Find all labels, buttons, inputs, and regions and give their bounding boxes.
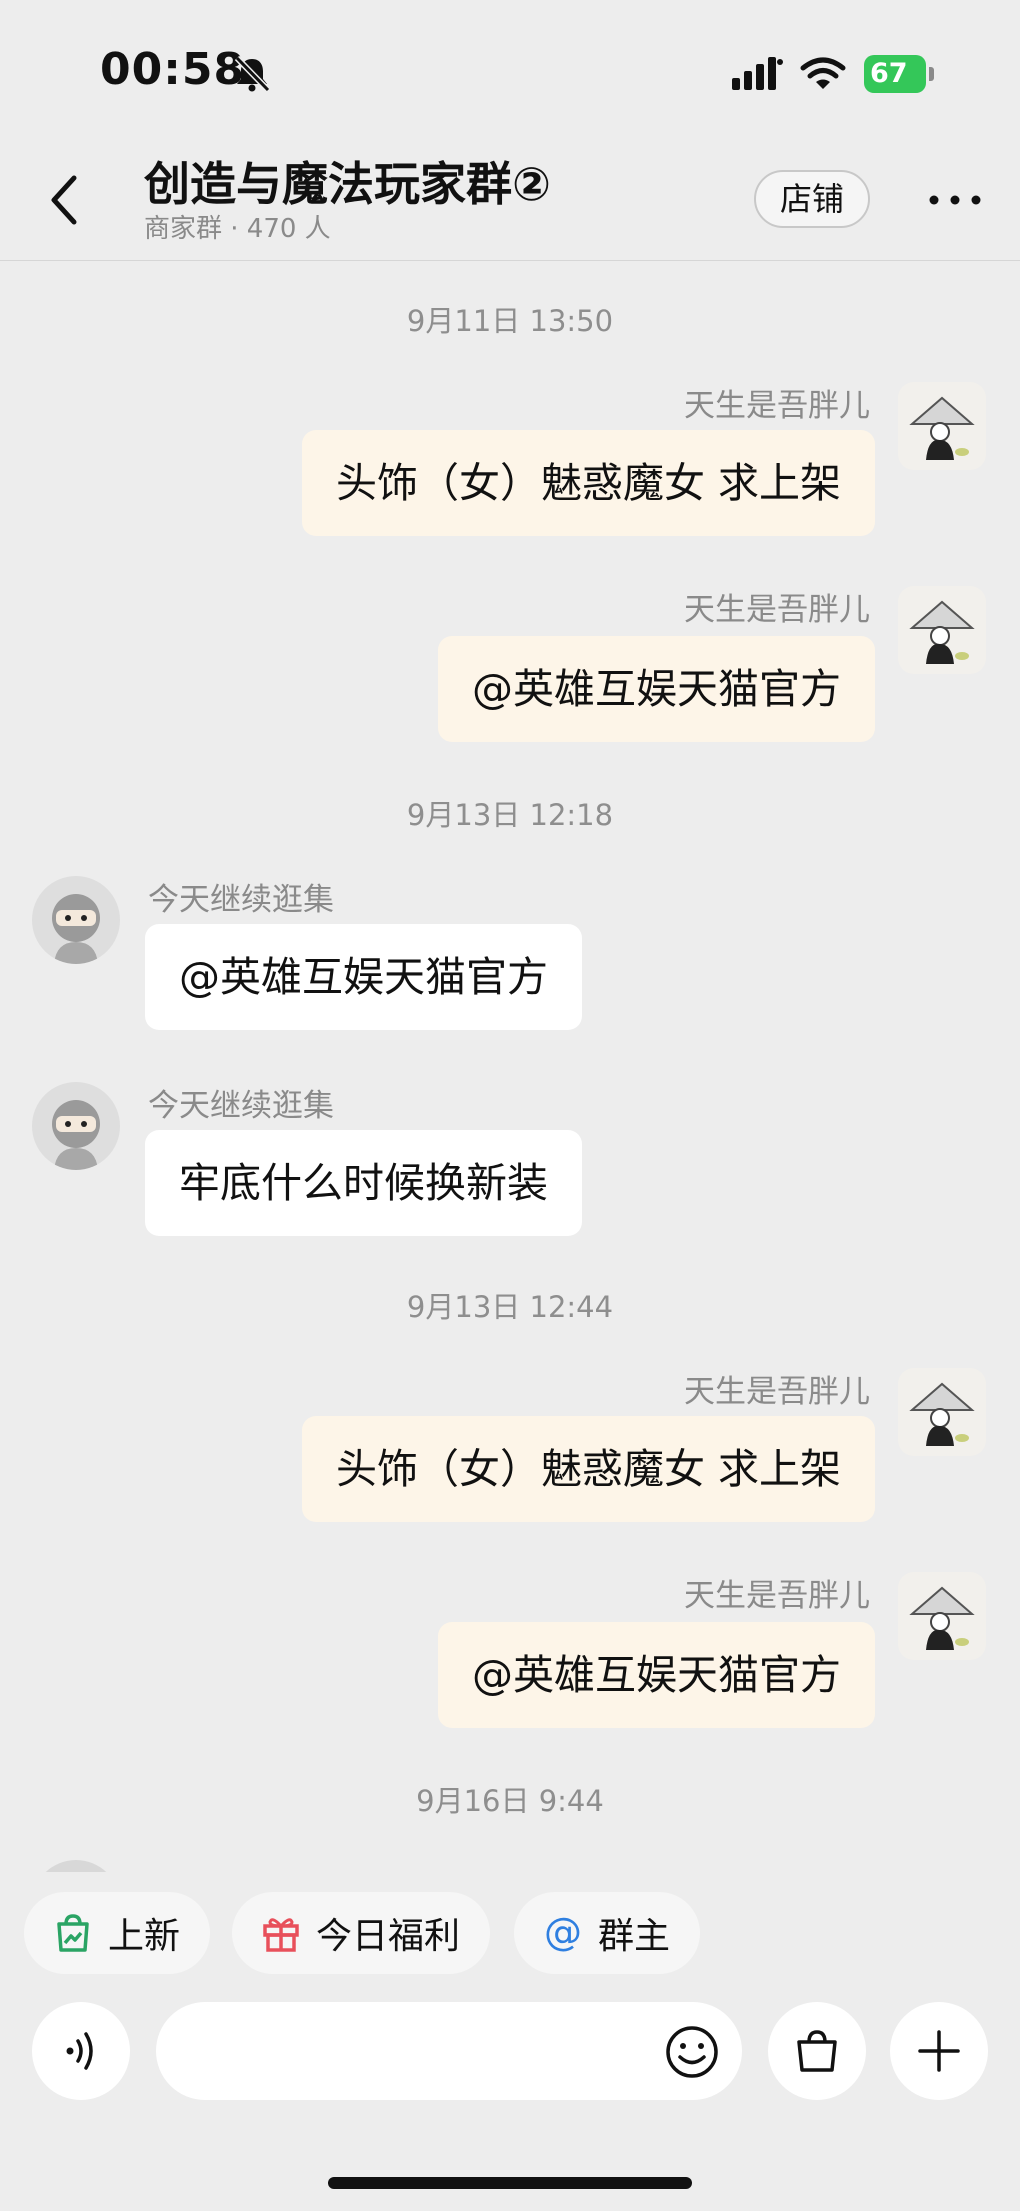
- avatar[interactable]: [32, 1082, 120, 1170]
- quick-action-label: 上新: [108, 1916, 181, 1957]
- wifi-icon: [800, 57, 846, 89]
- shopping-bag-chart-icon: [57, 1914, 89, 1952]
- avatar-ninja-icon: [32, 1082, 120, 1170]
- timestamp: 9月11日 13:50: [406, 304, 614, 338]
- emoji-icon[interactable]: [664, 2024, 720, 2080]
- message-list: 9月11日 13:50 天生是吾胖儿 头饰（女）魅惑魔女 求上架 天生是吾胖儿 …: [0, 262, 1020, 1872]
- message-bubble[interactable]: 牢底什么时候换新装: [145, 1130, 582, 1236]
- sender-name: 天生是吾胖儿: [684, 388, 870, 424]
- home-indicator[interactable]: [328, 2177, 692, 2189]
- message-bubble[interactable]: 头饰（女）魅惑魔女 求上架: [301, 430, 875, 536]
- shop-button[interactable]: 店铺: [754, 170, 870, 228]
- message-bubble[interactable]: @英雄互娱天猫官方: [438, 636, 875, 742]
- message-bubble[interactable]: @英雄互娱天猫官方: [145, 924, 582, 1030]
- battery-indicator: 67: [864, 55, 936, 93]
- quick-action-label: 群主: [598, 1916, 671, 1957]
- avatar-monk-icon: [898, 1368, 986, 1456]
- message-input[interactable]: [156, 2002, 742, 2100]
- sender-name: 天生是吾胖儿: [684, 1374, 870, 1410]
- avatar[interactable]: [898, 586, 986, 674]
- more-options-icon[interactable]: [928, 188, 982, 212]
- sender-name: 天生是吾胖儿: [684, 592, 870, 628]
- chat-header: 创造与魔法玩家群② 商家群 · 470 人 店铺: [0, 130, 1020, 261]
- svg-text:@: @: [544, 1912, 582, 1954]
- group-subtitle: 商家群 · 470 人: [144, 214, 331, 244]
- voice-button[interactable]: [32, 2002, 130, 2100]
- avatar-monk-icon: [898, 586, 986, 674]
- message-bubble[interactable]: 头饰（女）魅惑魔女 求上架: [301, 1416, 875, 1522]
- status-time: 00:58: [100, 44, 246, 95]
- sender-name: 今天继续逛集: [148, 1088, 334, 1124]
- avatar[interactable]: [898, 382, 986, 470]
- avatar-monk-icon: [898, 382, 986, 470]
- sender-name: 天生是吾胖儿: [684, 1578, 870, 1614]
- quick-action-label: 今日福利: [316, 1916, 461, 1957]
- shopping-bag-icon: [797, 2030, 837, 2072]
- timestamp: 9月13日 12:44: [406, 1290, 614, 1324]
- at-sign-icon: @: [544, 1912, 582, 1954]
- quick-action-new-arrivals[interactable]: 上新: [24, 1892, 211, 1974]
- gift-icon: [263, 1918, 299, 1952]
- bell-muted-icon: [234, 55, 271, 93]
- shop-bag-button[interactable]: [768, 2002, 866, 2100]
- signal-icon: [732, 57, 783, 90]
- quick-action-daily-benefits[interactable]: 今日福利: [232, 1892, 491, 1974]
- back-arrow-icon[interactable]: [44, 170, 84, 230]
- message-bubble[interactable]: @英雄互娱天猫官方: [438, 1622, 875, 1728]
- avatar-ninja-icon: [32, 876, 120, 964]
- timestamp: 9月16日 9:44: [416, 1784, 604, 1818]
- avatar[interactable]: [898, 1368, 986, 1456]
- sender-name: 今天继续逛集: [148, 882, 334, 918]
- timestamp: 9月13日 12:18: [406, 798, 614, 832]
- group-title: 创造与魔法玩家群②: [144, 157, 551, 211]
- battery-level: 67: [864, 55, 926, 93]
- more-actions-button[interactable]: [890, 2002, 988, 2100]
- quick-action-group-owner[interactable]: @ 群主: [514, 1892, 701, 1974]
- avatar[interactable]: [32, 876, 120, 964]
- plus-icon: [918, 2030, 960, 2072]
- voice-icon: [66, 2032, 93, 2070]
- avatar-monk-icon: [898, 1572, 986, 1660]
- avatar[interactable]: [898, 1572, 986, 1660]
- avatar[interactable]: [32, 1860, 120, 1872]
